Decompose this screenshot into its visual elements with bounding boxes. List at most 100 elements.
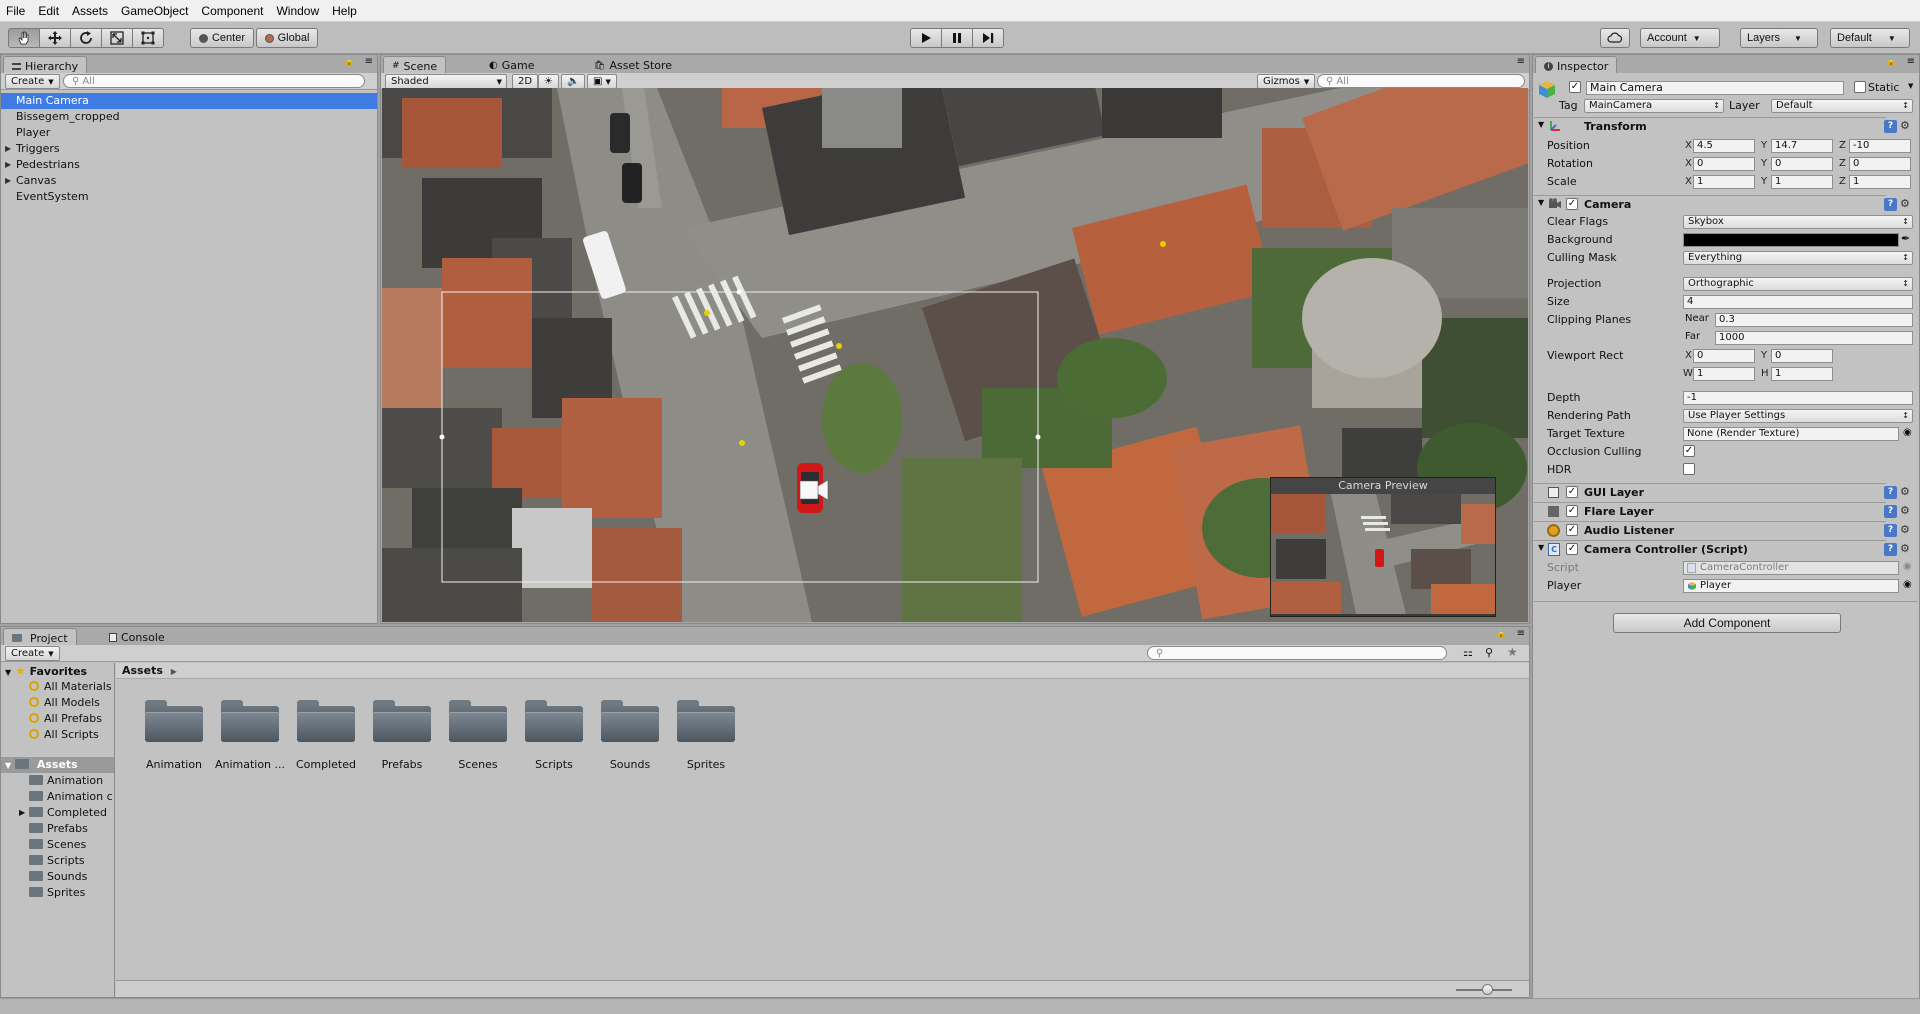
help-icon[interactable]: ? <box>1884 543 1897 556</box>
menu-help[interactable]: Help <box>332 4 357 18</box>
gui-layer-checkbox[interactable]: ✓ <box>1566 486 1578 498</box>
hierarchy-item-bissegem-cropped[interactable]: Bissegem_cropped <box>1 109 377 125</box>
occlusion-culling-checkbox[interactable]: ✓ <box>1683 445 1695 457</box>
lock-icon[interactable]: 🔒 <box>1886 57 1897 67</box>
help-icon[interactable]: ? <box>1884 486 1897 499</box>
menu-edit[interactable]: Edit <box>38 4 59 18</box>
shading-mode-dropdown[interactable]: Shaded ▼ <box>385 74 507 89</box>
scale-z-field[interactable]: 1 <box>1849 175 1911 189</box>
expand-arrow-icon[interactable]: ▶ <box>5 141 11 157</box>
help-icon[interactable]: ? <box>1884 505 1897 518</box>
camera-enabled-checkbox[interactable]: ✓ <box>1566 198 1578 210</box>
assets-root-node[interactable]: ▼ Assets <box>1 757 114 773</box>
panel-menu-icon[interactable]: ≡ <box>1907 56 1915 67</box>
asset-folder-completed[interactable]: Completed <box>286 700 366 780</box>
projection-dropdown[interactable]: Orthographic <box>1683 277 1913 291</box>
gear-icon[interactable]: ⚙ <box>1900 197 1910 210</box>
target-texture-field[interactable]: None (Render Texture) <box>1683 427 1899 441</box>
viewport-x-field[interactable]: 0 <box>1693 349 1755 363</box>
cloud-services-button[interactable] <box>1600 28 1630 48</box>
gui-layer-header[interactable]: ✓ GUI Layer ? ⚙ <box>1534 483 1910 501</box>
transform-header[interactable]: ▼ Transform ? ⚙ <box>1534 117 1910 135</box>
gizmos-dropdown[interactable]: Gizmos ▼ <box>1257 74 1316 89</box>
static-checkbox[interactable] <box>1854 81 1866 93</box>
mode-2d-toggle[interactable]: 2D <box>512 74 539 89</box>
favorite-star-icon[interactable]: ★ <box>1507 645 1518 659</box>
tree-folder-animation-c[interactable]: Animation c <box>1 789 114 805</box>
tab-project[interactable]: Project <box>3 628 77 645</box>
tab-scene[interactable]: # Scene <box>383 56 447 73</box>
flare-layer-header[interactable]: ✓ Flare Layer ? ⚙ <box>1534 502 1910 520</box>
collapse-arrow-icon[interactable]: ▼ <box>5 668 11 677</box>
menu-window[interactable]: Window <box>276 4 319 18</box>
help-icon[interactable]: ? <box>1884 120 1897 133</box>
icon-size-slider-thumb[interactable] <box>1482 984 1493 995</box>
scale-tool-button[interactable] <box>101 28 133 48</box>
near-field[interactable]: 0.3 <box>1715 313 1913 327</box>
expand-arrow-icon[interactable]: ▶ <box>19 805 25 821</box>
pivot-center-toggle[interactable]: Center <box>190 28 254 48</box>
tag-dropdown[interactable]: MainCamera <box>1584 99 1724 113</box>
collapse-arrow-icon[interactable]: ▼ <box>1538 198 1544 207</box>
gear-icon[interactable]: ⚙ <box>1900 485 1910 498</box>
hierarchy-item-pedestrians[interactable]: ▶ Pedestrians <box>1 157 377 173</box>
space-global-toggle[interactable]: Global <box>256 28 318 48</box>
menu-component[interactable]: Component <box>201 4 263 18</box>
favorite-item[interactable]: All Prefabs <box>1 711 114 727</box>
lock-icon[interactable]: 🔒 <box>1496 629 1507 639</box>
hierarchy-item-triggers[interactable]: ▶ Triggers <box>1 141 377 157</box>
favorite-item[interactable]: All Scripts <box>1 727 114 743</box>
far-field[interactable]: 1000 <box>1715 331 1913 345</box>
hierarchy-item-canvas[interactable]: ▶ Canvas <box>1 173 377 189</box>
expand-arrow-icon[interactable]: ▶ <box>5 173 11 189</box>
filter-by-label-icon[interactable]: ⚲ <box>1485 646 1493 659</box>
gear-icon[interactable]: ⚙ <box>1900 523 1910 536</box>
size-field[interactable]: 4 <box>1683 295 1913 309</box>
scene-audio-toggle[interactable]: 🔈 <box>561 74 586 89</box>
tab-asset-store[interactable]: 🛍 Asset Store <box>586 56 680 73</box>
tab-inspector[interactable]: i Inspector <box>1535 56 1618 73</box>
tree-folder-sprites[interactable]: Sprites <box>1 885 114 901</box>
asset-folder-scripts[interactable]: Scripts <box>514 700 594 780</box>
project-create-button[interactable]: Create ▼ <box>5 646 60 661</box>
flare-layer-checkbox[interactable]: ✓ <box>1566 505 1578 517</box>
chevron-down-icon[interactable]: ▼ <box>1908 82 1913 90</box>
asset-folder-sounds[interactable]: Sounds <box>590 700 670 780</box>
menu-file[interactable]: File <box>6 4 25 18</box>
hierarchy-item-eventsystem[interactable]: EventSystem <box>1 189 377 205</box>
asset-folder-animation[interactable]: Animation <box>134 700 214 780</box>
audio-listener-header[interactable]: ✓ Audio Listener ? ⚙ <box>1534 521 1910 539</box>
scene-viewport[interactable]: Camera Preview <box>382 88 1528 622</box>
position-z-field[interactable]: -10 <box>1849 139 1911 153</box>
asset-folder-scenes[interactable]: Scenes <box>438 700 518 780</box>
tab-game[interactable]: ◐ Game <box>481 56 542 73</box>
scene-lighting-toggle[interactable]: ☀ <box>538 74 559 89</box>
scale-y-field[interactable]: 1 <box>1771 175 1833 189</box>
camera-header[interactable]: ▼ ✓ Camera ? ⚙ <box>1534 195 1910 213</box>
tab-hierarchy[interactable]: Hierarchy <box>3 56 88 73</box>
tree-folder-completed[interactable]: ▶ Completed <box>1 805 114 821</box>
layout-dropdown[interactable]: Default ▼ <box>1830 28 1910 48</box>
play-button[interactable] <box>910 28 942 48</box>
hierarchy-item-player[interactable]: Player <box>1 125 377 141</box>
hierarchy-item-main-camera[interactable]: Main Camera <box>1 93 377 109</box>
project-search-input[interactable]: ⚲ <box>1147 646 1447 660</box>
layer-dropdown[interactable]: Default <box>1771 99 1913 113</box>
camera-controller-header[interactable]: ▼ C ✓ Camera Controller (Script) ? ⚙ <box>1534 540 1910 558</box>
rotation-y-field[interactable]: 0 <box>1771 157 1833 171</box>
hierarchy-create-button[interactable]: Create ▼ <box>5 74 60 89</box>
tree-folder-prefabs[interactable]: Prefabs <box>1 821 114 837</box>
pause-button[interactable] <box>941 28 973 48</box>
expand-arrow-icon[interactable]: ▶ <box>5 157 11 173</box>
background-color-swatch[interactable] <box>1683 233 1899 247</box>
tree-folder-animation[interactable]: Animation <box>1 773 114 789</box>
collapse-arrow-icon[interactable]: ▼ <box>1538 543 1544 552</box>
breadcrumb-assets[interactable]: Assets <box>122 664 163 677</box>
viewport-h-field[interactable]: 1 <box>1771 367 1833 381</box>
rect-tool-button[interactable] <box>132 28 164 48</box>
player-field[interactable]: Player <box>1683 579 1899 593</box>
object-picker-icon[interactable]: ◉ <box>1903 579 1912 590</box>
gear-icon[interactable]: ⚙ <box>1900 542 1910 555</box>
layers-dropdown[interactable]: Layers ▼ <box>1740 28 1818 48</box>
rotation-x-field[interactable]: 0 <box>1693 157 1755 171</box>
